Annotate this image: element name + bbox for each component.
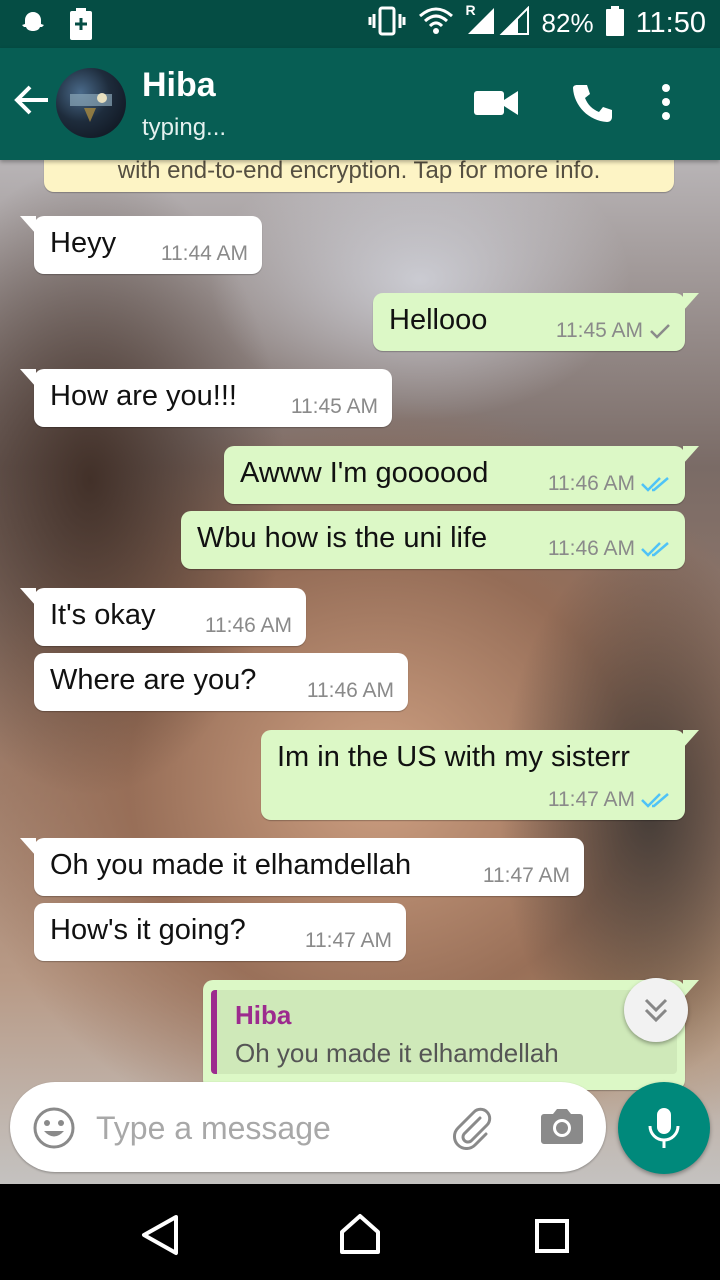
nav-recents-button[interactable] xyxy=(534,1218,570,1259)
message-time: 11:44 AM xyxy=(160,242,248,265)
voice-call-button[interactable] xyxy=(572,82,612,127)
video-call-button[interactable] xyxy=(474,88,518,123)
voice-record-button[interactable] xyxy=(618,1082,710,1174)
message-bubble-incoming[interactable]: How are you!!! 11:45 AM xyxy=(20,369,392,427)
contact-status: typing... xyxy=(142,114,227,141)
double-check-read-icon xyxy=(641,793,669,808)
message-time: 11:46 AM xyxy=(306,679,394,702)
message-time: 11:46 AM xyxy=(547,472,635,495)
message-time: 11:47 AM xyxy=(304,929,392,952)
nav-home-icon xyxy=(340,1214,380,1254)
camera-button[interactable] xyxy=(540,1106,584,1151)
scroll-to-bottom-button[interactable] xyxy=(624,978,688,1042)
message-time: 11:46 AM xyxy=(204,614,292,637)
message-time: 11:46 AM xyxy=(547,537,635,560)
chat-area[interactable]: with end-to-end encryption. Tap for more… xyxy=(0,160,720,1184)
quoted-text: Oh you made it elhamdellah xyxy=(235,1038,559,1068)
emoji-button[interactable] xyxy=(32,1106,76,1155)
battery-saver-icon xyxy=(70,8,92,45)
double-check-read-icon xyxy=(641,542,669,557)
message-bubble-incoming[interactable]: It's okay 11:46 AM xyxy=(20,588,306,646)
status-bar: R 82% 11:50 xyxy=(0,0,720,48)
message-text: How's it going? xyxy=(50,914,246,946)
message-bubble-incoming[interactable]: Heyy 11:44 AM xyxy=(20,216,262,274)
phone-icon xyxy=(573,85,612,122)
message-text: It's okay xyxy=(50,599,156,631)
encryption-notice[interactable]: with end-to-end encryption. Tap for more… xyxy=(44,160,674,192)
single-check-icon xyxy=(650,324,670,339)
message-time: 11:45 AM xyxy=(290,395,378,418)
back-button[interactable] xyxy=(12,80,52,124)
message-bubble-incoming[interactable]: Oh you made it elhamdellah 11:47 AM xyxy=(20,838,584,896)
emoji-icon xyxy=(33,1107,75,1149)
more-vert-icon xyxy=(662,84,670,120)
more-options-button[interactable] xyxy=(660,84,672,125)
message-composer xyxy=(10,1082,606,1172)
message-time: 11:45 AM xyxy=(555,319,643,342)
message-time: 11:47 AM xyxy=(547,788,635,811)
double-chevron-down-icon xyxy=(644,998,668,1023)
wifi-icon xyxy=(418,6,454,41)
battery-percent: 82% xyxy=(541,8,594,38)
message-text: Im in the US with my sisterr xyxy=(277,741,630,773)
nav-home-button[interactable] xyxy=(338,1212,382,1261)
message-bubble-outgoing[interactable]: Hellooo 11:45 AM xyxy=(373,293,699,351)
camera-icon xyxy=(541,1109,583,1144)
roaming-indicator: R xyxy=(465,2,476,18)
attach-button[interactable] xyxy=(450,1106,494,1155)
back-arrow-icon xyxy=(14,85,48,115)
mic-icon xyxy=(648,1108,680,1148)
snapchat-ghost-icon xyxy=(18,9,48,44)
message-bubble-outgoing[interactable]: Im in the US with my sisterr 11:47 AM xyxy=(261,730,699,820)
quoted-message[interactable]: Hiba Oh you made it elhamdellah xyxy=(211,990,677,1074)
message-text: Heyy xyxy=(50,227,117,259)
clock: 11:50 xyxy=(635,7,706,39)
message-text: Wbu how is the uni life xyxy=(197,522,488,554)
message-input[interactable] xyxy=(94,1100,418,1156)
message-bubble-outgoing[interactable]: Wbu how is the uni life 11:46 AM xyxy=(181,511,685,569)
video-call-icon xyxy=(474,91,518,115)
message-text: Awww I'm goooood xyxy=(240,457,489,489)
battery-icon xyxy=(605,6,624,41)
message-text: Oh you made it elhamdellah xyxy=(50,849,412,881)
double-check-read-icon xyxy=(641,477,669,492)
message-time: 11:47 AM xyxy=(482,864,570,887)
nav-recents-icon xyxy=(535,1219,569,1253)
quoted-sender: Hiba xyxy=(235,1000,292,1030)
nav-back-button[interactable] xyxy=(140,1214,180,1261)
vibrate-icon xyxy=(368,6,406,41)
avatar[interactable] xyxy=(56,68,126,138)
message-text: How are you!!! xyxy=(50,380,237,412)
nav-back-icon xyxy=(142,1215,178,1255)
message-bubble-incoming[interactable]: How's it going? 11:47 AM xyxy=(34,903,406,961)
system-navigation-bar xyxy=(0,1184,720,1280)
message-text: Hellooo xyxy=(389,304,488,336)
contact-name[interactable]: Hiba xyxy=(142,66,216,105)
message-bubble-incoming[interactable]: Where are you? 11:46 AM xyxy=(34,653,408,711)
message-bubble-outgoing[interactable]: Awww I'm goooood 11:46 AM xyxy=(224,446,699,504)
chat-header: Hiba typing... xyxy=(0,48,720,160)
message-text: Where are you? xyxy=(50,664,257,696)
signal-icon: R xyxy=(466,2,530,41)
reply-message-bubble[interactable]: Hiba Oh you made it elhamdellah xyxy=(203,980,699,1090)
attach-icon xyxy=(453,1107,492,1150)
